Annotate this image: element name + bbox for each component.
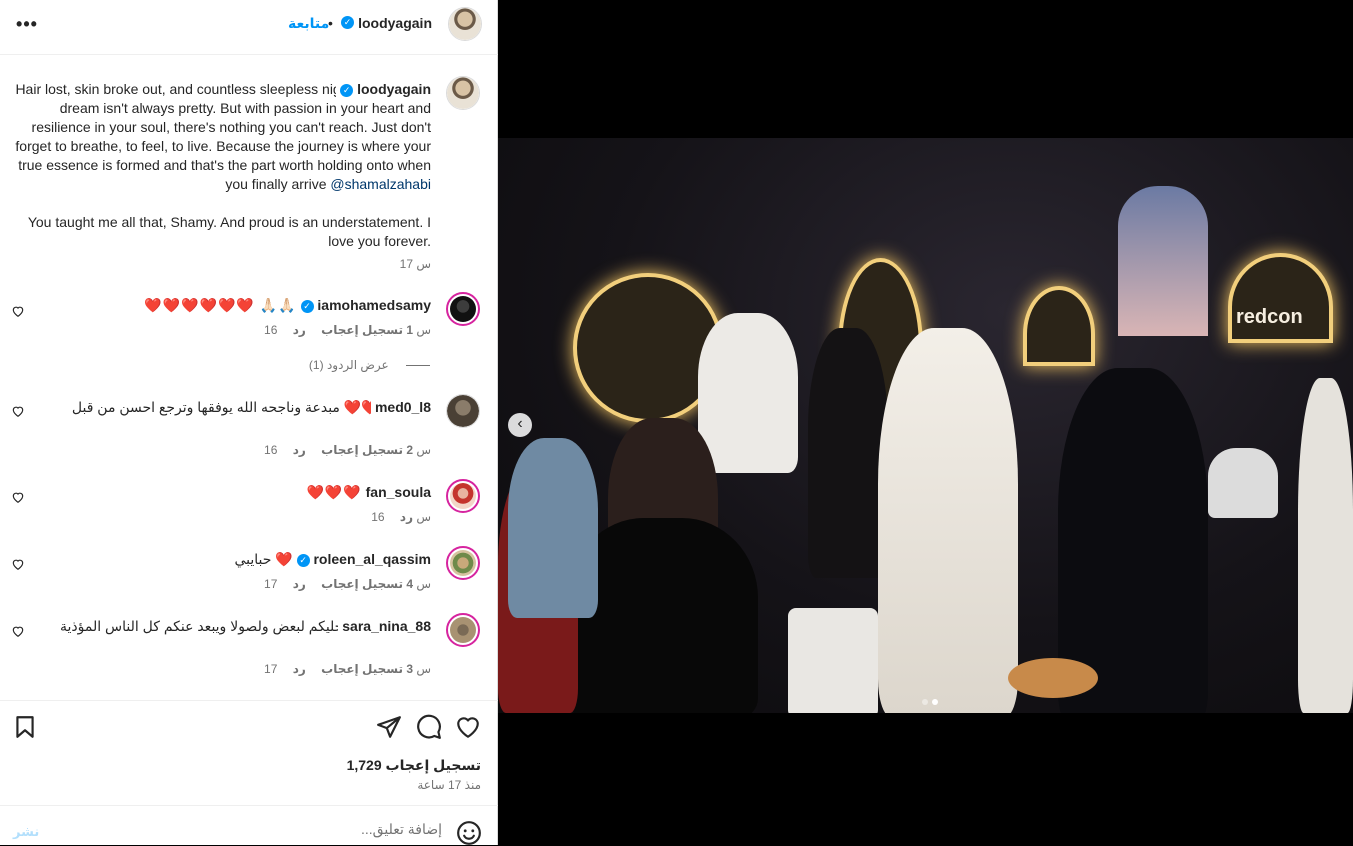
guest-figure bbox=[1208, 448, 1278, 518]
bride-figure bbox=[878, 328, 1018, 713]
carousel-dot-active bbox=[932, 699, 938, 705]
comment-likes[interactable]: 4 تسجيل إعجاب bbox=[321, 577, 413, 591]
post-details-panel: ••• متابعة • ✓ loodyagain Hair lost, ski… bbox=[0, 0, 498, 845]
comment-username[interactable]: sara_nina_88 bbox=[338, 617, 431, 636]
post-photo[interactable]: redcon bbox=[498, 138, 1353, 713]
follow-button[interactable]: متابعة bbox=[288, 15, 329, 32]
emoji-smiley-icon[interactable] bbox=[456, 820, 482, 846]
like-comment-heart-icon[interactable] bbox=[11, 557, 25, 571]
comment-body: حبايبي ❤️ ✓ roleen_al_qassim bbox=[41, 550, 431, 569]
more-options-icon[interactable]: ••• bbox=[14, 12, 40, 36]
like-comment-heart-icon[interactable] bbox=[11, 624, 25, 638]
comment-likes[interactable]: 1 تسجيل إعجاب bbox=[321, 323, 413, 337]
comment-likes[interactable]: 3 تسجيل إعجاب bbox=[321, 662, 413, 676]
comment-avatar[interactable] bbox=[446, 613, 480, 647]
verified-badge-icon: ✓ bbox=[341, 16, 354, 29]
bread-basket bbox=[1008, 658, 1098, 698]
view-replies-label: عرض الردود (1) bbox=[308, 358, 389, 372]
comment-username[interactable]: iamohamedsamy bbox=[317, 297, 431, 313]
stage-sign: redcon bbox=[1236, 306, 1303, 328]
guest-figure bbox=[698, 313, 798, 473]
comment-username[interactable]: fan_soula bbox=[366, 484, 431, 500]
guest-figure bbox=[1298, 378, 1353, 713]
verified-badge-icon: ✓ bbox=[296, 554, 310, 567]
carousel-dots bbox=[920, 692, 940, 710]
caption-username[interactable]: loodyagain bbox=[357, 81, 431, 97]
comment-meta: 16 س رد bbox=[359, 510, 431, 524]
guest-figure bbox=[808, 328, 888, 578]
like-comment-heart-icon[interactable] bbox=[11, 304, 25, 318]
comment-composer: نشر bbox=[0, 805, 498, 845]
caption-avatar[interactable] bbox=[446, 76, 480, 110]
comment-avatar[interactable] bbox=[446, 292, 480, 326]
verified-badge-icon: ✓ bbox=[300, 300, 314, 313]
comment-body: الله يحفظكم ويخليكم لبعض ولصولا ويبعد عن… bbox=[31, 617, 431, 636]
save-bookmark-icon[interactable] bbox=[12, 714, 38, 740]
comment-meta: 16 س 2 تسجيل إعجاب رد bbox=[252, 443, 431, 457]
carousel-prev-icon[interactable]: ‹ bbox=[508, 413, 532, 437]
comment-body: مبدعة وناجحه الله يوفقها وترجع احسن من ق… bbox=[31, 398, 431, 417]
comment-reply-button[interactable]: رد bbox=[293, 323, 306, 337]
verified-badge-icon: ✓ bbox=[340, 84, 354, 97]
comment-avatar[interactable] bbox=[446, 546, 480, 580]
decor-arch bbox=[1023, 286, 1095, 366]
comment-meta: 17 س 3 تسجيل إعجاب رد bbox=[252, 662, 431, 676]
guest-figure bbox=[508, 438, 598, 618]
post-actions: 1,729 تسجيل إعجاب منذ 17 ساعة bbox=[0, 700, 498, 805]
comment-text: حبايبي ❤️ bbox=[234, 551, 293, 567]
post-comment-button[interactable]: نشر bbox=[13, 824, 39, 840]
view-replies-button[interactable]: عرض الردود (1) bbox=[309, 358, 430, 372]
replies-line bbox=[406, 365, 430, 367]
comment-body: ❤️❤️❤️❤️❤️❤️ 🙏🏻🙏🏻 ✓ iamohamedsamy bbox=[41, 296, 431, 315]
table bbox=[788, 608, 878, 713]
decor-arch bbox=[1228, 253, 1333, 343]
like-count[interactable]: 1,729 تسجيل إعجاب bbox=[347, 757, 481, 774]
post-time-ago: منذ 17 ساعة bbox=[417, 778, 481, 792]
author-username[interactable]: loodyagain bbox=[358, 15, 432, 31]
comment-reply-button[interactable]: رد bbox=[293, 443, 306, 457]
stage-screen bbox=[1118, 186, 1208, 336]
post-header: ••• متابعة • ✓ loodyagain bbox=[0, 0, 498, 55]
caption-text: Hair lost, skin broke out, and countless… bbox=[1, 80, 431, 251]
comment-username[interactable]: med0_l8 bbox=[370, 398, 431, 417]
caption-username-wrap: ✓ loodyagain bbox=[336, 80, 431, 99]
comment-meta: 16 س 1 تسجيل إعجاب رد bbox=[252, 323, 431, 337]
comment-meta: 17 س 4 تسجيل إعجاب رد bbox=[252, 577, 431, 591]
comment-text: ❤️❤️❤️❤️❤️❤️ 🙏🏻🙏🏻 bbox=[144, 297, 297, 313]
caption-time: 17 س bbox=[399, 257, 431, 271]
comment-icon[interactable] bbox=[416, 714, 442, 740]
share-send-icon[interactable] bbox=[376, 714, 402, 740]
like-comment-heart-icon[interactable] bbox=[11, 490, 25, 504]
comment-avatar[interactable] bbox=[446, 479, 480, 513]
caption-second-paragraph: You taught me all that, Shamy. And proud… bbox=[27, 214, 431, 249]
comment-input[interactable] bbox=[60, 818, 442, 840]
comment-reply-button[interactable]: رد bbox=[293, 577, 306, 591]
comment-likes[interactable]: 2 تسجيل إعجاب bbox=[321, 443, 413, 457]
comment-text: ❤️❤️❤️ bbox=[306, 484, 362, 500]
comment-body: ❤️❤️❤️ fan_soula bbox=[41, 483, 431, 502]
carousel-dot bbox=[922, 699, 928, 705]
separator-dot: • bbox=[328, 15, 333, 31]
comment-reply-button[interactable]: رد bbox=[400, 510, 413, 524]
caption-mention-link[interactable]: @shamalzahabi bbox=[330, 176, 431, 192]
post-media: redcon ‹ bbox=[498, 0, 1353, 845]
comment-avatar[interactable] bbox=[446, 394, 480, 428]
comment-reply-button[interactable]: رد bbox=[293, 662, 306, 676]
like-heart-icon[interactable] bbox=[455, 714, 481, 740]
like-comment-heart-icon[interactable] bbox=[11, 404, 25, 418]
comment-username[interactable]: roleen_al_qassim bbox=[313, 551, 431, 567]
author-avatar[interactable] bbox=[448, 7, 482, 41]
